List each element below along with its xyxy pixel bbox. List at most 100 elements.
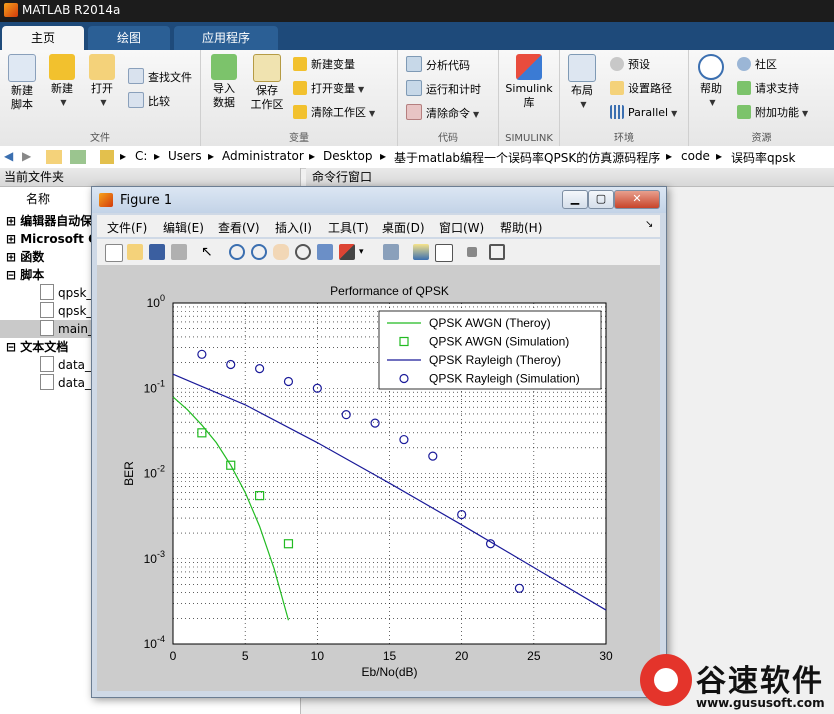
dock-arrow-icon[interactable]: ↘ <box>645 219 653 230</box>
group-file: 新建 脚本 新建 ▼ 打开 ▼ 查找文件 比较 文件 <box>0 50 201 146</box>
up-folder-icon[interactable] <box>46 150 62 164</box>
tree-group[interactable]: ⊞ 编辑器自动保 <box>6 212 92 230</box>
set-path-button[interactable]: 设置路径 <box>610 80 672 98</box>
clear-commands-button[interactable]: 清除命令 ▼ <box>406 104 479 122</box>
new-button[interactable]: 新建 ▼ <box>44 54 80 110</box>
chevron-down-icon: ▼ <box>802 109 809 118</box>
x-tick-label: 5 <box>242 649 249 663</box>
tab-home[interactable]: 主页 <box>2 26 84 50</box>
file-item[interactable]: qpsk_ <box>40 284 92 302</box>
command-window-header: 命令行窗口 <box>306 168 834 187</box>
open-file-icon[interactable] <box>127 244 143 260</box>
breadcrumb-part[interactable]: 误码率qpsk <box>731 149 795 166</box>
menu-desktop[interactable]: 桌面(D) <box>382 219 425 236</box>
add-ons-button[interactable]: 附加功能 ▼ <box>737 104 808 122</box>
new-script-button[interactable]: 新建 脚本 <box>4 54 40 112</box>
new-script-icon <box>8 54 36 82</box>
forward-arrow-icon[interactable]: ▶ <box>22 149 31 163</box>
column-header-name[interactable]: 名称 <box>26 190 50 208</box>
chart-title: Performance of QPSK <box>330 284 449 298</box>
tree-group[interactable]: ⊞ Microsoft O <box>6 230 98 248</box>
file-item[interactable]: data_a <box>40 374 98 392</box>
tab-plots[interactable]: 绘图 <box>88 26 170 50</box>
new-figure-icon[interactable] <box>105 244 123 262</box>
menu-tools[interactable]: 工具(T) <box>328 219 369 236</box>
tree-group[interactable]: ⊞ 函数 <box>6 248 44 266</box>
save-icon[interactable] <box>149 244 165 260</box>
y-tick-label: 10-3 <box>144 549 165 566</box>
layout-button[interactable]: 布局 ▼ <box>564 54 600 112</box>
browse-folder-icon[interactable] <box>70 150 86 164</box>
x-tick-label: 20 <box>455 649 469 663</box>
preferences-button[interactable]: 预设 <box>610 56 650 74</box>
add-ons-icon <box>737 105 751 119</box>
menu-window[interactable]: 窗口(W) <box>439 219 484 236</box>
clear-workspace-button[interactable]: 清除工作区 ▼ <box>293 104 375 122</box>
menu-file[interactable]: 文件(F) <box>107 219 147 236</box>
request-support-button[interactable]: 请求支持 <box>737 80 799 98</box>
menu-help[interactable]: 帮助(H) <box>500 219 542 236</box>
simulink-library-button[interactable]: Simulink 库 <box>505 54 553 110</box>
close-button[interactable]: ✕ <box>614 190 660 209</box>
y-tick-label: 10-1 <box>144 378 165 395</box>
file-item[interactable]: data_r <box>40 356 96 374</box>
save-workspace-button[interactable]: 保存 工作区 <box>247 54 287 112</box>
current-folder-header: 当前文件夹 <box>0 168 300 187</box>
group-label-resources: 资源 <box>751 133 772 144</box>
menu-insert[interactable]: 插入(I) <box>275 219 312 236</box>
print-icon[interactable] <box>171 244 187 260</box>
zoom-in-icon[interactable] <box>229 244 245 260</box>
tab-apps[interactable]: 应用程序 <box>174 26 278 50</box>
breadcrumb-part[interactable]: Desktop <box>323 149 373 163</box>
import-data-button[interactable]: 导入 数据 <box>205 54 243 110</box>
file-item[interactable]: qpsk_ <box>40 302 92 320</box>
back-arrow-icon[interactable]: ◀ <box>4 149 13 163</box>
gusu-logo-icon <box>640 654 692 706</box>
open-button[interactable]: 打开 ▼ <box>84 54 120 110</box>
breadcrumb-part[interactable]: C: <box>135 149 147 163</box>
figure-title: Figure 1 <box>120 193 173 208</box>
help-button[interactable]: 帮助 ▼ <box>693 54 729 110</box>
save-workspace-icon <box>253 54 281 82</box>
breadcrumb-part[interactable]: code <box>681 149 710 163</box>
show-plot-tools-icon[interactable] <box>489 244 505 260</box>
run-and-time-button[interactable]: 运行和计时 <box>406 80 481 98</box>
maximize-button[interactable]: ▢ <box>588 190 614 209</box>
analyze-code-button[interactable]: 分析代码 <box>406 56 470 74</box>
rotate-3d-icon[interactable] <box>295 244 311 260</box>
hide-plot-tools-icon[interactable] <box>467 247 477 257</box>
open-variable-button[interactable]: 打开变量 ▼ <box>293 80 364 98</box>
tree-group[interactable]: ⊟ 脚本 <box>6 266 44 284</box>
data-cursor-icon[interactable] <box>317 244 333 260</box>
brush-icon[interactable] <box>339 244 355 260</box>
watermark-text: 谷速软件 <box>696 664 824 699</box>
group-variable: 导入 数据 保存 工作区 新建变量 打开变量 ▼ 清除工作区 ▼ 变量 <box>201 50 398 146</box>
find-files-button[interactable]: 查找文件 <box>128 68 192 86</box>
link-plot-icon[interactable] <box>383 244 399 260</box>
txt-file-icon <box>40 356 54 372</box>
x-tick-label: 25 <box>527 649 541 663</box>
breadcrumb-part[interactable]: Administrator <box>222 149 304 163</box>
tree-group[interactable]: ⊟ 文本文档 <box>6 338 68 356</box>
txt-file-icon <box>40 374 54 390</box>
analyze-code-icon <box>406 56 422 72</box>
minimize-button[interactable]: ▁ <box>562 190 588 209</box>
chevron-down-icon[interactable]: ▾ <box>359 244 375 260</box>
legend-icon[interactable] <box>435 244 453 262</box>
menu-view[interactable]: 查看(V) <box>218 219 260 236</box>
community-button[interactable]: 社区 <box>737 56 777 74</box>
breadcrumb-part[interactable]: Users <box>168 149 202 163</box>
colorbar-icon[interactable] <box>413 244 429 260</box>
pointer-icon[interactable]: ↖ <box>201 244 217 260</box>
chevron-down-icon: ▼ <box>671 109 678 118</box>
watermark-url: www.gususoft.com <box>696 696 825 710</box>
menu-edit[interactable]: 编辑(E) <box>163 219 204 236</box>
compare-button[interactable]: 比较 <box>128 92 170 110</box>
pan-hand-icon[interactable] <box>273 244 289 260</box>
zoom-out-icon[interactable] <box>251 244 267 260</box>
breadcrumb-part[interactable]: 基于matlab编程一个误码率QPSK的仿真源码程序 <box>394 149 660 166</box>
ribbon: 新建 脚本 新建 ▼ 打开 ▼ 查找文件 比较 文件 导入 数据 保存 工作区 <box>0 50 834 147</box>
new-variable-button[interactable]: 新建变量 <box>293 56 355 74</box>
parallel-button[interactable]: Parallel ▼ <box>610 104 677 122</box>
chevron-down-icon: ▼ <box>580 100 587 109</box>
